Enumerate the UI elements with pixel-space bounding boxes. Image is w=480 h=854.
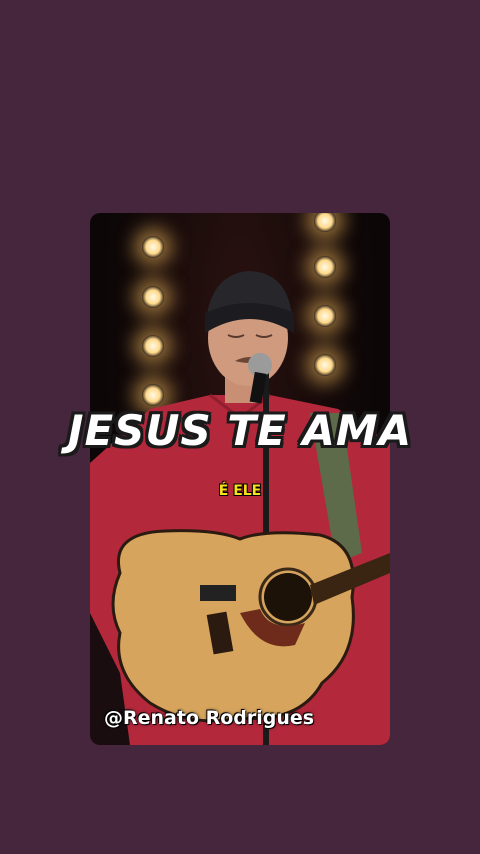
creator-handle[interactable]: @Renato Rodrigues — [104, 707, 314, 729]
main-caption: JESUS TE AMA — [67, 406, 413, 455]
video-frame[interactable] — [90, 213, 390, 745]
sound-hole — [264, 573, 312, 621]
performer-scene — [90, 271, 390, 745]
sub-caption: É ELE — [218, 483, 262, 499]
